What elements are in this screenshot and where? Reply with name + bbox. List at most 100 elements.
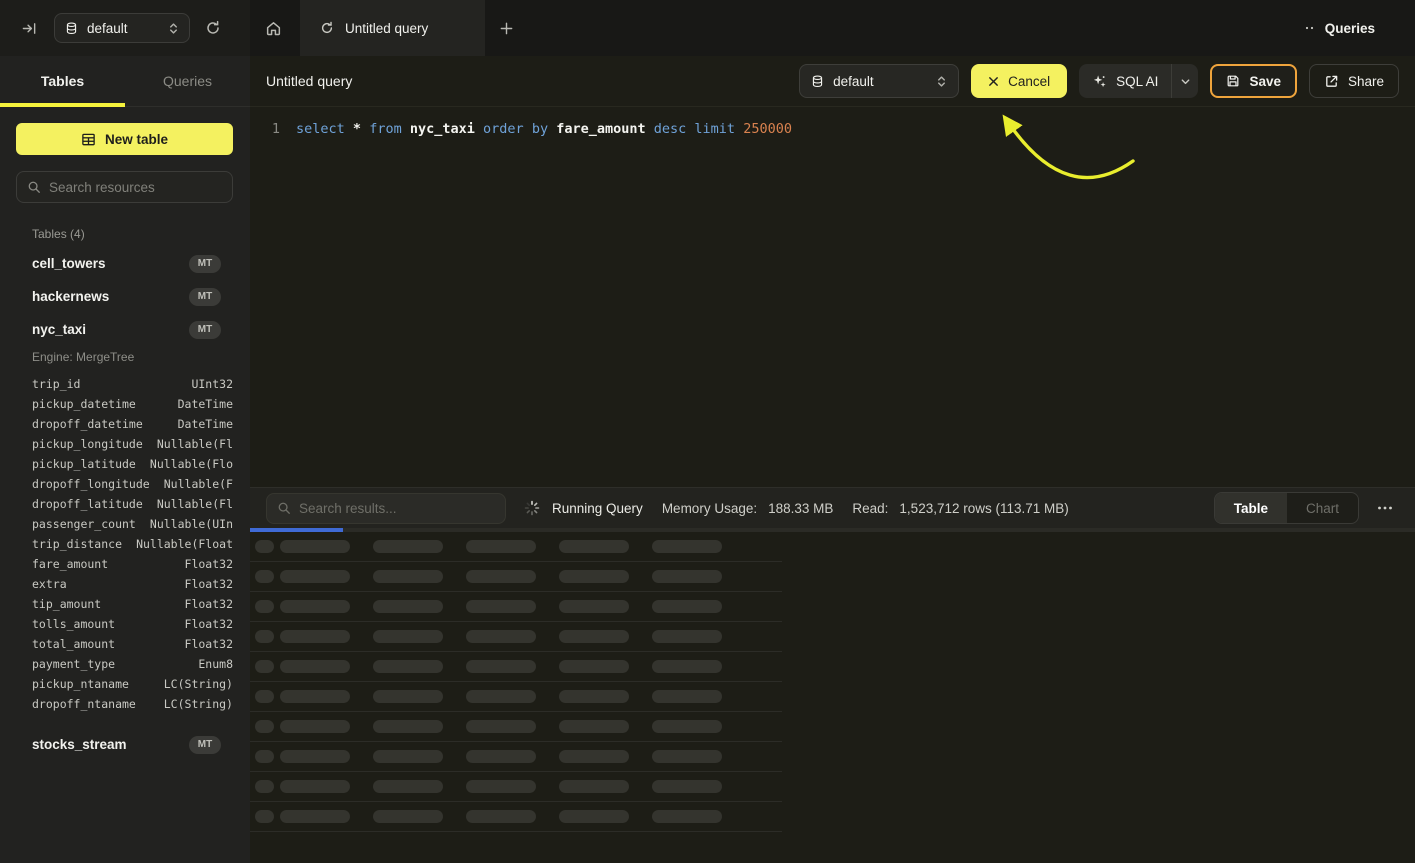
chevron-updown-icon bbox=[936, 75, 947, 88]
more-options-button[interactable] bbox=[1371, 502, 1399, 514]
tab-queries[interactable]: Queries bbox=[125, 56, 250, 106]
sql-ai-button[interactable]: SQL AI bbox=[1079, 64, 1171, 98]
column-type: Nullable(Flo bbox=[150, 457, 233, 471]
new-tab-button[interactable] bbox=[493, 15, 520, 42]
cancel-button[interactable]: Cancel bbox=[971, 64, 1067, 98]
skeleton-cell bbox=[255, 810, 274, 823]
read-value: 1,523,712 rows (113.71 MB) bbox=[899, 501, 1068, 516]
loading-spinner-icon bbox=[524, 500, 540, 516]
skeleton-cell bbox=[280, 600, 350, 613]
column-name: fare_amount bbox=[32, 557, 108, 571]
new-table-label: New table bbox=[105, 132, 168, 147]
sql-editor[interactable]: 1 select * from nyc_taxi order by fare_a… bbox=[250, 107, 1415, 140]
skeleton-cell bbox=[466, 750, 536, 763]
skeleton-cell bbox=[255, 750, 274, 763]
column-row: extraFloat32 bbox=[32, 574, 233, 594]
top-bar: default bbox=[0, 0, 1415, 56]
skeleton-cell bbox=[255, 690, 274, 703]
column-row: payment_typeEnum8 bbox=[32, 654, 233, 674]
skeleton-row bbox=[250, 742, 782, 772]
column-name: trip_id bbox=[32, 377, 80, 391]
tab-tables[interactable]: Tables bbox=[0, 56, 125, 106]
app-root: default bbox=[0, 0, 1415, 863]
new-table-button[interactable]: New table bbox=[16, 123, 233, 155]
column-name: pickup_longitude bbox=[32, 437, 143, 451]
query-status: Running Query bbox=[552, 501, 643, 516]
skeleton-cell bbox=[280, 780, 350, 793]
code-line: 1 select * from nyc_taxi order by fare_a… bbox=[250, 118, 1415, 140]
read-label: Read: bbox=[852, 501, 888, 516]
ellipsis-icon bbox=[1377, 506, 1393, 510]
toggle-chart[interactable]: Chart bbox=[1287, 493, 1358, 523]
database-selector-top[interactable]: default bbox=[54, 13, 190, 43]
column-name: dropoff_longitude bbox=[32, 477, 150, 491]
save-icon bbox=[1226, 74, 1240, 88]
column-name: passenger_count bbox=[32, 517, 136, 531]
skeleton-cell bbox=[559, 600, 629, 613]
database-icon bbox=[811, 75, 824, 88]
toggle-table[interactable]: Table bbox=[1215, 493, 1287, 523]
toggle-table-label: Table bbox=[1234, 501, 1268, 516]
tab-untitled-query[interactable]: Untitled query bbox=[300, 0, 485, 56]
column-type: DateTime bbox=[178, 397, 233, 411]
refresh-button[interactable] bbox=[199, 14, 227, 42]
share-button[interactable]: Share bbox=[1309, 64, 1399, 98]
sidebar-search-input[interactable] bbox=[49, 180, 222, 195]
skeleton-cell bbox=[466, 600, 536, 613]
queries-icon bbox=[1304, 24, 1316, 32]
skeleton-row bbox=[250, 802, 782, 832]
sidebar: Tables Queries New table Tables (4) cel bbox=[0, 56, 250, 863]
skeleton-cell bbox=[373, 690, 443, 703]
save-button[interactable]: Save bbox=[1210, 64, 1297, 98]
column-name: pickup_ntaname bbox=[32, 677, 129, 691]
column-type: Nullable(F bbox=[164, 477, 233, 491]
skeleton-cell bbox=[559, 780, 629, 793]
database-selector[interactable]: default bbox=[799, 64, 959, 98]
skeleton-cell bbox=[280, 690, 350, 703]
chevron-down-icon bbox=[1180, 76, 1191, 87]
skeleton-cell bbox=[373, 570, 443, 583]
table-item-cell_towers[interactable]: cell_towersMT bbox=[0, 247, 250, 280]
database-selector-value: default bbox=[833, 74, 927, 89]
skeleton-cell bbox=[255, 630, 274, 643]
skeleton-cell bbox=[255, 600, 274, 613]
database-icon bbox=[65, 22, 78, 35]
skeleton-cell bbox=[373, 780, 443, 793]
sql-ai-split-button: SQL AI bbox=[1079, 64, 1198, 98]
column-type: Float32 bbox=[185, 597, 233, 611]
skeleton-cell bbox=[652, 570, 722, 583]
skeleton-cell bbox=[652, 630, 722, 643]
engine-badge: MT bbox=[189, 736, 221, 754]
tab-tables-label: Tables bbox=[41, 73, 84, 89]
skeleton-cell bbox=[373, 660, 443, 673]
skeleton-row bbox=[250, 652, 782, 682]
table-item-stocks_stream[interactable]: stocks_streamMT bbox=[0, 728, 250, 761]
skeleton-cell bbox=[255, 660, 274, 673]
share-icon bbox=[1324, 74, 1339, 89]
skeleton-cell bbox=[373, 720, 443, 733]
tab-queries-label: Queries bbox=[163, 73, 212, 89]
sql-ai-dropdown-button[interactable] bbox=[1171, 64, 1198, 98]
top-bar-left: default bbox=[0, 0, 250, 56]
skeleton-cell bbox=[652, 720, 722, 733]
column-name: tip_amount bbox=[32, 597, 101, 611]
collapse-sidebar-button[interactable] bbox=[16, 15, 43, 42]
skeleton-row bbox=[250, 622, 782, 652]
memory-usage-value: 188.33 MB bbox=[768, 501, 833, 516]
home-button[interactable] bbox=[259, 14, 288, 43]
skeleton-cell bbox=[280, 540, 350, 553]
table-item-nyc_taxi[interactable]: nyc_taxiMT bbox=[0, 313, 250, 346]
save-label: Save bbox=[1249, 74, 1281, 89]
query-toolbar: Untitled query default bbox=[250, 56, 1415, 107]
skeleton-cell bbox=[466, 720, 536, 733]
search-icon bbox=[277, 501, 291, 515]
results-search-input[interactable] bbox=[299, 501, 495, 516]
table-item-hackernews[interactable]: hackernewsMT bbox=[0, 280, 250, 313]
column-row: tip_amount Float32 bbox=[32, 594, 233, 614]
skeleton-cell bbox=[280, 660, 350, 673]
column-name: pickup_datetime bbox=[32, 397, 136, 411]
skeleton-cell bbox=[255, 780, 274, 793]
queries-button[interactable]: Queries bbox=[1304, 0, 1375, 56]
column-list: trip_idUInt32pickup_datetimeDateTimedrop… bbox=[0, 370, 250, 720]
column-name: dropoff_ntaname bbox=[32, 697, 136, 711]
